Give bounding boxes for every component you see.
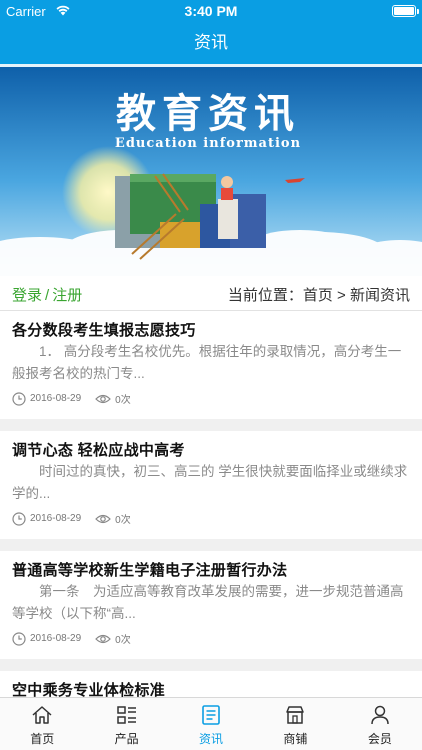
- shop-icon: [286, 706, 305, 724]
- news-icon: [202, 705, 220, 725]
- article-meta: 2016-08-29 0次: [12, 511, 131, 526]
- breadcrumb: 当前位置：首页 > 新闻资讯: [227, 287, 410, 304]
- login-breadcrumb-bar: 登录 / 注册 当前位置：首页 > 新闻资讯: [0, 276, 422, 311]
- article-views: 0次: [115, 515, 131, 526]
- article-title[interactable]: 调节心态 轻松应战中高考: [12, 439, 185, 460]
- education-banner: 教育资讯 Education information: [0, 64, 422, 276]
- article-meta: 2016-08-29 0次: [12, 631, 131, 646]
- article-date: 2016-08-29: [30, 633, 82, 644]
- article-title[interactable]: 普通高等学校新生学籍电子注册暂行办法: [12, 559, 287, 580]
- article-card[interactable]: 各分数段考生填报志愿技巧 1． 高分段考生名校优先。根据往年的录取情况，高分考生…: [0, 311, 422, 419]
- banner-subtitle: Education information: [115, 136, 301, 151]
- clock-icon: [12, 511, 26, 526]
- login-register: 登录 / 注册: [12, 284, 82, 305]
- article-card[interactable]: 调节心态 轻松应战中高考 时间过的真快，初三、高三的 学生很快就要面临择业或继续…: [0, 431, 422, 539]
- tab-home[interactable]: 首页: [0, 698, 84, 750]
- person-icon: [371, 705, 389, 725]
- home-icon: [32, 706, 52, 724]
- grid-list-icon: [116, 706, 136, 724]
- article-summary: 第一条 为适应高等教育改革发展的需要，进一步规范普通高等学校（以下称“高...: [12, 584, 404, 621]
- tab-label: 首页: [30, 732, 55, 746]
- eye-icon: [95, 634, 112, 643]
- tab-member[interactable]: 会员: [338, 698, 422, 750]
- clock-icon: [12, 391, 26, 406]
- tab-label: 会员: [367, 732, 392, 746]
- tab-news[interactable]: 资讯: [169, 698, 253, 750]
- banner-title: 教育资讯: [116, 90, 300, 137]
- clock: 3:40 PM: [184, 3, 238, 19]
- tab-label: 产品: [114, 732, 139, 746]
- login-link[interactable]: 登录: [12, 287, 42, 304]
- tab-products[interactable]: 产品: [84, 698, 168, 750]
- tab-label: 资讯: [199, 732, 224, 746]
- article-date: 2016-08-29: [30, 513, 82, 524]
- eye-icon: [95, 394, 112, 403]
- tab-bar: 首页 产品 资讯 商铺 会员: [0, 697, 422, 750]
- article-summary: 1． 高分段考生名校优先。根据往年的录取情况，高分考生一般报考名校的热门专...: [12, 344, 402, 381]
- tab-label: 商铺: [283, 732, 308, 746]
- article-views: 0次: [115, 635, 131, 646]
- status-bar: Carrier 3:40 PM: [0, 0, 422, 22]
- article-list[interactable]: 各分数段考生填报志愿技巧 1． 高分段考生名校优先。根据往年的录取情况，高分考生…: [0, 311, 422, 697]
- eye-icon: [95, 514, 112, 523]
- article-meta: 2016-08-29 0次: [12, 391, 131, 406]
- article-card[interactable]: 空中乘务专业体检标准: [0, 671, 422, 697]
- clock-icon: [12, 631, 26, 646]
- article-summary: 时间过的真快，初三、高三的 学生很快就要面临择业或继续求学的...: [12, 464, 408, 501]
- article-title[interactable]: 各分数段考生填报志愿技巧: [12, 319, 196, 340]
- nav-title: 资讯: [0, 22, 422, 64]
- login-separator: /: [45, 287, 50, 304]
- article-card[interactable]: 普通高等学校新生学籍电子注册暂行办法 第一条 为适应高等教育改革发展的需要，进一…: [0, 551, 422, 659]
- register-link[interactable]: 注册: [52, 287, 82, 304]
- article-views: 0次: [115, 395, 131, 406]
- battery-icon: [392, 5, 416, 17]
- article-title[interactable]: 空中乘务专业体检标准: [12, 679, 165, 697]
- tab-shop[interactable]: 商铺: [253, 698, 337, 750]
- article-date: 2016-08-29: [30, 393, 82, 404]
